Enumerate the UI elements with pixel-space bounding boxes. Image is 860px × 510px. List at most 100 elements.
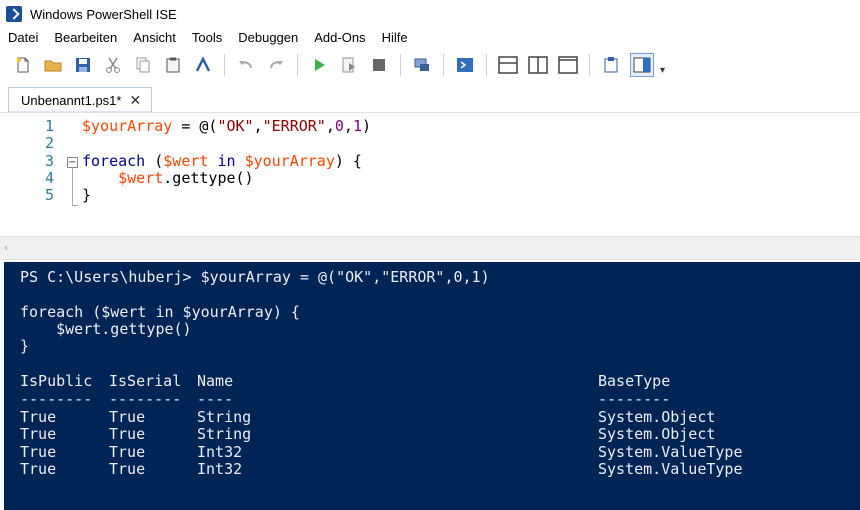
toolbar-overflow-icon[interactable]: ▾ bbox=[660, 65, 665, 76]
code-token: , bbox=[253, 117, 263, 135]
toolbar-separator bbox=[443, 54, 444, 76]
show-command-window-icon[interactable] bbox=[600, 54, 622, 76]
table-cell: Int32 bbox=[197, 443, 243, 461]
fold-toggle-icon[interactable]: − bbox=[67, 157, 78, 168]
table-cell: System.ValueType bbox=[598, 443, 743, 461]
code-line: $yourArray = @("OK","ERROR",0,1) bbox=[82, 118, 371, 135]
toolbar: ▾ bbox=[0, 50, 860, 80]
toolbar-separator bbox=[589, 54, 590, 76]
show-script-maximized-icon[interactable] bbox=[557, 54, 579, 76]
powershell-console-icon[interactable] bbox=[454, 54, 476, 76]
code-line: } bbox=[82, 187, 91, 204]
code-token: $wert bbox=[118, 169, 164, 187]
code-token: = @( bbox=[172, 117, 218, 135]
code-token: ) bbox=[361, 117, 371, 135]
table-header-cell: IsSerial bbox=[109, 372, 182, 390]
menu-bearbeiten[interactable]: Bearbeiten bbox=[46, 28, 125, 48]
title-bar: Windows PowerShell ISE bbox=[0, 0, 860, 28]
new-file-icon[interactable] bbox=[12, 54, 34, 76]
toolbar-separator bbox=[297, 54, 298, 76]
code-token: foreach bbox=[82, 152, 146, 170]
run-script-icon[interactable] bbox=[308, 54, 330, 76]
code-token: .gettype() bbox=[163, 169, 254, 187]
show-script-right-icon[interactable] bbox=[527, 54, 549, 76]
toolbar-separator bbox=[224, 54, 225, 76]
code-line: foreach ($wert in $yourArray) { bbox=[82, 153, 362, 170]
remote-powershell-icon[interactable] bbox=[411, 54, 433, 76]
table-header-cell: IsPublic bbox=[20, 372, 93, 390]
table-separator-cell: -------- bbox=[109, 390, 182, 408]
code-token: 1 bbox=[352, 117, 362, 135]
redo-icon[interactable] bbox=[265, 54, 287, 76]
code-token: "OK" bbox=[217, 117, 254, 135]
clear-console-icon[interactable] bbox=[192, 54, 214, 76]
console-line: PS C:\Users\huberj> $yourArray = @("OK",… bbox=[20, 268, 490, 286]
copy-icon[interactable] bbox=[132, 54, 154, 76]
code-token: 0 bbox=[334, 117, 344, 135]
menu-ansicht[interactable]: Ansicht bbox=[125, 28, 184, 48]
stop-icon[interactable] bbox=[368, 54, 390, 76]
table-cell: True bbox=[20, 408, 57, 426]
undo-icon[interactable] bbox=[235, 54, 257, 76]
line-number: 1 bbox=[44, 117, 54, 135]
toolbar-separator bbox=[486, 54, 487, 76]
code-token: in bbox=[217, 152, 236, 170]
toolbar-separator bbox=[400, 54, 401, 76]
table-cell: System.Object bbox=[598, 425, 716, 443]
line-number: 2 bbox=[44, 134, 54, 152]
tab-unbenannt1[interactable]: Unbenannt1.ps1* ✕ bbox=[8, 87, 153, 113]
table-header-cell: Name bbox=[197, 372, 234, 390]
powershell-app-icon bbox=[6, 6, 22, 22]
table-cell: String bbox=[197, 425, 252, 443]
paste-icon[interactable] bbox=[162, 54, 184, 76]
show-command-addon-icon[interactable] bbox=[630, 53, 654, 77]
open-folder-icon[interactable] bbox=[42, 54, 64, 76]
script-editor[interactable]: − 1 $yourArray = @("OK","ERROR",0,1) 2 3 for… bbox=[0, 112, 860, 237]
menu-debuggen[interactable]: Debuggen bbox=[230, 28, 306, 48]
line-number: 4 bbox=[44, 169, 54, 187]
console-pane[interactable]: PS C:\Users\huberj> $yourArray = @("OK",… bbox=[4, 262, 860, 510]
code-token: "ERROR" bbox=[262, 117, 326, 135]
table-cell: True bbox=[109, 443, 146, 461]
code-token: $yourArray bbox=[82, 117, 173, 135]
menu-tools[interactable]: Tools bbox=[184, 28, 230, 48]
table-cell: True bbox=[109, 460, 146, 478]
code-token: , bbox=[325, 117, 335, 135]
code-token: ) { bbox=[334, 152, 362, 170]
table-header-cell: BaseType bbox=[598, 372, 671, 390]
table-cell: Int32 bbox=[197, 460, 243, 478]
console-line: $wert.gettype() bbox=[20, 320, 192, 338]
code-token: } bbox=[82, 186, 92, 204]
script-tab-strip: Unbenannt1.ps1* ✕ bbox=[0, 82, 860, 113]
close-tab-icon[interactable]: ✕ bbox=[129, 93, 141, 109]
table-separator-cell: ---- bbox=[197, 390, 234, 408]
console-line: } bbox=[20, 337, 30, 355]
table-cell: System.ValueType bbox=[598, 460, 743, 478]
editor-horizontal-scrollbar[interactable]: ‹ bbox=[0, 236, 860, 260]
menu-bar: Datei Bearbeiten Ansicht Tools Debuggen … bbox=[0, 28, 860, 48]
fold-guide-end bbox=[72, 205, 78, 206]
line-number: 5 bbox=[44, 186, 54, 204]
table-cell: True bbox=[20, 425, 57, 443]
line-number: 3 bbox=[44, 152, 54, 170]
window-title: Windows PowerShell ISE bbox=[30, 6, 177, 22]
menu-datei[interactable]: Datei bbox=[0, 28, 46, 48]
fold-guide bbox=[72, 168, 73, 205]
menu-add-ons[interactable]: Add-Ons bbox=[306, 28, 373, 48]
table-cell: True bbox=[20, 443, 57, 461]
table-cell: String bbox=[197, 408, 252, 426]
scroll-left-icon[interactable]: ‹ bbox=[4, 241, 8, 254]
run-selection-icon[interactable] bbox=[338, 54, 360, 76]
cut-icon[interactable] bbox=[102, 54, 124, 76]
table-cell: True bbox=[20, 460, 57, 478]
show-script-top-icon[interactable] bbox=[497, 54, 519, 76]
code-token: $yourArray bbox=[244, 152, 335, 170]
table-cell: True bbox=[109, 408, 146, 426]
save-icon[interactable] bbox=[72, 54, 94, 76]
code-token: , bbox=[343, 117, 353, 135]
menu-hilfe[interactable]: Hilfe bbox=[374, 28, 416, 48]
console-line: foreach ($wert in $yourArray) { bbox=[20, 303, 300, 321]
code-line: $wert.gettype() bbox=[82, 169, 254, 187]
